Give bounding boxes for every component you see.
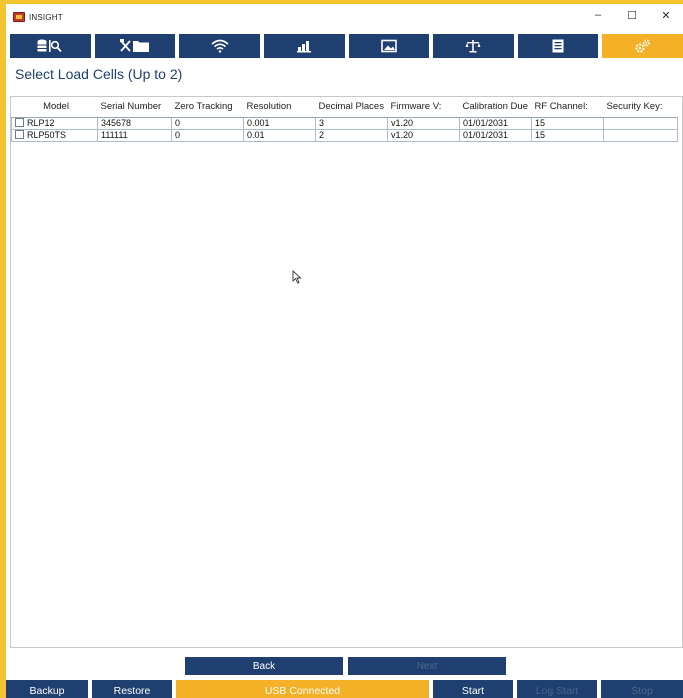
- tab-charts[interactable]: [263, 34, 345, 58]
- backup-button[interactable]: Backup: [6, 680, 88, 698]
- connection-status: USB Connected: [176, 680, 429, 698]
- column-header-security-key[interactable]: Security Key:: [603, 97, 678, 118]
- tab-document[interactable]: [517, 34, 599, 58]
- table-row[interactable]: RLP50TS 111111 0 0.01 2 v1.20 01/01/2031…: [11, 128, 678, 142]
- load-cell-table-container: Model Serial Number Zero Tracking Resolu…: [10, 96, 683, 648]
- table-row[interactable]: RLP12 345678 0 0.001 3 v1.20 01/01/2031 …: [11, 116, 678, 130]
- app-logo-icon: [13, 12, 25, 22]
- row-checkbox[interactable]: [15, 130, 24, 139]
- table-header-row: Model Serial Number Zero Tracking Resolu…: [11, 97, 678, 118]
- start-button[interactable]: Start: [433, 680, 513, 698]
- tab-tools[interactable]: [94, 34, 176, 58]
- image-icon: [381, 39, 397, 53]
- main-toolbar: [10, 34, 683, 58]
- model-cell[interactable]: RLP50TS: [11, 128, 98, 142]
- column-header-decimal-places[interactable]: Decimal Places: [315, 97, 388, 118]
- stop-button[interactable]: Stop: [601, 680, 683, 698]
- database-search-icon: [37, 39, 62, 53]
- document-icon: [552, 39, 564, 53]
- column-header-calibration-due[interactable]: Calibration Due: [459, 97, 532, 118]
- wizard-navigation: Back Next: [6, 657, 683, 675]
- scale-icon: [465, 40, 481, 53]
- tools-folder-icon: [119, 39, 149, 52]
- calibration-due-cell: 01/01/2031: [459, 116, 532, 130]
- serial-number-cell: 111111: [97, 128, 172, 142]
- log-start-button[interactable]: Log Start: [517, 680, 597, 698]
- tab-database[interactable]: [10, 34, 91, 58]
- wifi-icon: [211, 39, 229, 53]
- resolution-cell: 0.001: [243, 116, 316, 130]
- zero-tracking-cell: 0: [171, 116, 244, 130]
- zero-tracking-cell: 0: [171, 128, 244, 142]
- page-title: Select Load Cells (Up to 2): [15, 66, 183, 82]
- calibration-due-cell: 01/01/2031: [459, 128, 532, 142]
- rf-channel-cell: 15: [531, 128, 604, 142]
- decimal-places-cell: 3: [315, 116, 388, 130]
- minimize-button[interactable]: –: [581, 4, 615, 26]
- load-cell-table: Model Serial Number Zero Tracking Resolu…: [11, 97, 678, 142]
- model-cell[interactable]: RLP12: [11, 116, 98, 130]
- column-header-resolution[interactable]: Resolution: [243, 97, 316, 118]
- title-bar: INSIGHT – ☐ ✕: [6, 4, 683, 30]
- serial-number-cell: 345678: [97, 116, 172, 130]
- back-button[interactable]: Back: [185, 657, 343, 675]
- window-title: INSIGHT: [29, 12, 63, 22]
- bottom-action-bar: Backup Restore USB Connected Start Log S…: [6, 680, 683, 698]
- resolution-cell: 0.01: [243, 128, 316, 142]
- row-checkbox[interactable]: [15, 118, 24, 127]
- model-value: RLP12: [27, 118, 55, 128]
- column-header-firmware[interactable]: Firmware V:: [387, 97, 460, 118]
- firmware-cell: v1.20: [387, 128, 460, 142]
- close-button[interactable]: ✕: [649, 4, 683, 26]
- tab-image[interactable]: [348, 34, 430, 58]
- tab-wireless[interactable]: [179, 34, 260, 58]
- column-header-zero-tracking[interactable]: Zero Tracking: [171, 97, 244, 118]
- column-header-serial-number[interactable]: Serial Number: [97, 97, 172, 118]
- model-value: RLP50TS: [27, 130, 67, 140]
- security-key-cell: [603, 116, 678, 130]
- column-header-rf-channel[interactable]: RF Channel:: [531, 97, 604, 118]
- firmware-cell: v1.20: [387, 116, 460, 130]
- security-key-cell: [603, 128, 678, 142]
- app-window: INSIGHT – ☐ ✕ Select Load Cells (Up to 2…: [6, 4, 683, 698]
- decimal-places-cell: 2: [315, 128, 388, 142]
- maximize-button[interactable]: ☐: [615, 4, 649, 26]
- gears-icon: [635, 39, 650, 53]
- mouse-cursor-icon: [292, 270, 302, 284]
- column-header-model[interactable]: Model: [11, 97, 98, 118]
- window-controls: – ☐ ✕: [581, 4, 683, 30]
- rf-channel-cell: 15: [531, 116, 604, 130]
- restore-button[interactable]: Restore: [92, 680, 172, 698]
- chart-up-icon: [297, 41, 312, 53]
- tab-scale[interactable]: [433, 34, 514, 58]
- next-button[interactable]: Next: [348, 657, 506, 675]
- tab-settings[interactable]: [602, 34, 683, 58]
